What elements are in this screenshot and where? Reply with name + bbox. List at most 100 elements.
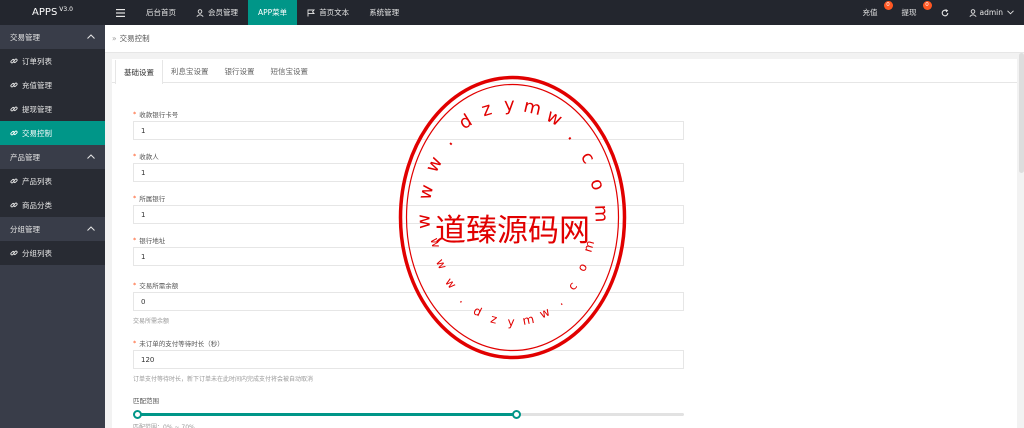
required-mark: * (133, 194, 137, 202)
slider-value-text: 匹配范围：0% ~ 70% (133, 422, 688, 428)
tab-interest[interactable]: 利息宝设置 (163, 59, 217, 83)
sidebar-item-label: 交易控制 (22, 128, 52, 138)
seal-ring-char: . (438, 132, 457, 151)
sidebar-item-label: 产品列表 (22, 176, 52, 186)
withdraw-button[interactable]: 提现 0 (892, 0, 932, 25)
required-mark: * (133, 339, 137, 347)
seal-ring-char: w (422, 153, 447, 176)
refresh-icon (941, 8, 948, 16)
double-chevron-right-icon: » (112, 34, 117, 43)
seal-ring-char: y (504, 94, 516, 115)
sidebar-item-categories[interactable]: 商品分类 (0, 193, 105, 217)
nav-members[interactable]: 会员管理 (186, 0, 248, 25)
seal-center-text: 道臻源码网 (435, 213, 590, 249)
sidebar-item-label: 商品分类 (22, 200, 52, 210)
sidebar-group-groups[interactable]: 分组管理 (0, 217, 105, 241)
top-nav: 后台首页 会员管理 APP菜单 首页文本 系统管理 (105, 0, 409, 25)
link-icon (10, 106, 18, 112)
nav-app-menu-label: APP菜单 (258, 8, 288, 17)
slider-handle-min[interactable] (133, 410, 142, 419)
seal-ring-char: m (521, 312, 535, 328)
sidebar-group-trade[interactable]: 交易管理 (0, 25, 105, 49)
logo-text: APPS (32, 7, 58, 18)
field-label-text: 所属银行 (139, 195, 166, 203)
seal-ring-char: w (433, 257, 450, 272)
tab-bank[interactable]: 银行设置 (217, 59, 263, 83)
sidebar-group-label: 产品管理 (10, 152, 40, 162)
required-mark: * (133, 281, 137, 289)
recharge-label: 充值 (862, 8, 878, 17)
seal-ring-char: w (414, 183, 438, 202)
seal-ring-char: . (457, 293, 469, 306)
user-menu[interactable]: admin (959, 0, 1024, 25)
required-mark: * (133, 152, 137, 160)
slider-min-value: 0% (163, 424, 173, 428)
field-help-text: 订单支付等待时长，新下订单未在此时间内完成支付将会被自动取消 (133, 376, 314, 383)
link-icon (10, 130, 18, 136)
menu-icon (116, 8, 125, 17)
tab-sms[interactable]: 短信宝设置 (263, 59, 317, 83)
refresh-button[interactable] (931, 0, 959, 25)
nav-home-text-label: 首页文本 (319, 8, 350, 17)
seal-ring-char: z (489, 312, 498, 327)
seal-ring-char: w (442, 275, 459, 292)
nav-home-text[interactable]: 首页文本 (297, 0, 359, 25)
seal-ring-char: z (479, 98, 494, 121)
slider-fill (137, 413, 517, 416)
chevron-up-icon (87, 154, 95, 159)
sidebar-item-trade-control[interactable]: 交易控制 (0, 121, 105, 145)
chevron-up-icon (87, 34, 95, 39)
tab-basic[interactable]: 基础设置 (115, 60, 163, 84)
match-range-slider[interactable] (133, 409, 684, 419)
sidebar-item-label: 提现管理 (22, 104, 52, 114)
field-match-range: 匹配范围 匹配范围：0% ~ 70% (133, 395, 688, 428)
slider-handle-max[interactable] (512, 410, 522, 419)
menu-toggle-button[interactable] (105, 0, 136, 25)
sidebar-item-orders[interactable]: 订单列表 (0, 49, 105, 73)
flag-icon (307, 9, 316, 16)
chevron-up-icon (87, 226, 95, 231)
seal-ring-char: m (581, 239, 598, 254)
nav-members-label: 会员管理 (208, 8, 238, 17)
seal-ring-char: c (576, 148, 599, 168)
link-icon (10, 178, 18, 184)
sidebar-item-group-list[interactable]: 分组列表 (0, 241, 105, 265)
field-label-text: 收款人 (139, 153, 159, 161)
top-header: APPS V3.0 后台首页 会员管理 APP菜单 首页文本 系统管理 充值 0 … (0, 0, 1024, 25)
nav-home[interactable]: 后台首页 (136, 0, 186, 25)
user-icon (196, 8, 204, 17)
seal-ring-char: y (507, 315, 514, 329)
nav-app-menu[interactable]: APP菜单 (248, 0, 298, 25)
seal-ring-char: w (537, 304, 552, 321)
vertical-scrollbar[interactable] (1019, 53, 1024, 173)
nav-system[interactable]: 系统管理 (359, 0, 409, 25)
seal-ring-char: d (471, 303, 484, 319)
user-name: admin (979, 8, 1004, 17)
sidebar-item-label: 订单列表 (22, 56, 52, 66)
logo-version: V3.0 (59, 6, 73, 13)
watermark-seal: 道臻源码网 www.dz y m w.com www.d z y m w.com (398, 75, 627, 360)
sidebar-item-label: 充值管理 (22, 80, 52, 90)
seal-ring-char: c (565, 279, 580, 293)
recharge-button[interactable]: 充值 0 (853, 0, 893, 25)
withdraw-label: 提现 (901, 8, 917, 17)
nav-home-label: 后台首页 (146, 8, 176, 17)
seal-ring-char: . (554, 295, 565, 309)
field-label-text: 收款银行卡号 (139, 111, 179, 119)
sidebar-item-product-list[interactable]: 产品列表 (0, 169, 105, 193)
seal-ring-char: w (413, 214, 435, 229)
sidebar-group-label: 交易管理 (10, 32, 40, 42)
app-logo[interactable]: APPS V3.0 (0, 0, 105, 25)
link-icon (10, 58, 18, 64)
nav-system-label: 系统管理 (369, 8, 400, 17)
seal-ring-top: www.dz y m w.com (413, 94, 611, 229)
sidebar-item-withdraw[interactable]: 提现管理 (0, 97, 105, 121)
sidebar-item-label: 分组列表 (22, 248, 52, 258)
seal-ring-char: w (543, 105, 566, 130)
user-icon (968, 8, 977, 17)
sidebar-group-label: 分组管理 (10, 224, 40, 234)
seal-ring-char: o (574, 261, 590, 274)
required-mark: * (133, 110, 137, 118)
sidebar-item-recharge[interactable]: 充值管理 (0, 73, 105, 97)
sidebar-group-products[interactable]: 产品管理 (0, 145, 105, 169)
